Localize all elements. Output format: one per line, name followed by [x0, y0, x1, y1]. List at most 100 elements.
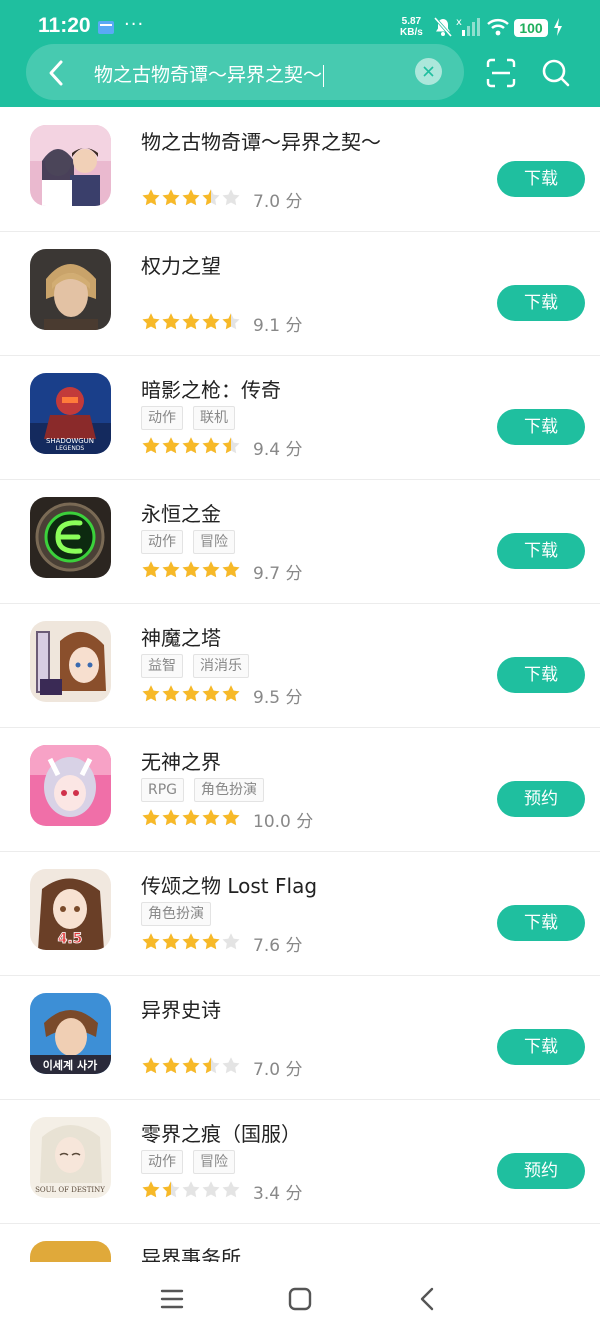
app-name[interactable]: 暗影之枪：传奇 [141, 374, 281, 403]
app-icon[interactable] [30, 745, 111, 826]
app-name[interactable]: 神魔之塔 [141, 622, 221, 651]
tag-list: 益智 消消乐 [141, 654, 259, 678]
back-arrow-icon[interactable] [40, 56, 74, 90]
app-icon[interactable]: SHADOWGUN LEGENDS [30, 373, 111, 454]
svg-text:SOUL OF DESTINY: SOUL OF DESTINY [35, 1186, 105, 1194]
list-item[interactable]: 神魔之塔 益智 消消乐 9.5 分 下载 [0, 603, 600, 728]
app-name[interactable]: 传颂之物 Lost Flag [141, 870, 317, 899]
download-button[interactable]: 下载 [497, 905, 585, 941]
list-item[interactable]: 4.5 传颂之物 Lost Flag 角色扮演 7.6 分 下载 [0, 851, 600, 976]
star-icon [202, 1057, 220, 1074]
download-button[interactable]: 下载 [497, 161, 585, 197]
app-name[interactable]: 异界史诗 [141, 994, 221, 1023]
app-icon[interactable] [30, 497, 111, 578]
reserve-button[interactable]: 预约 [497, 1153, 585, 1189]
app-icon[interactable] [30, 249, 111, 330]
star-icon [202, 685, 220, 702]
download-button[interactable]: 下载 [497, 1029, 585, 1065]
app-name[interactable]: 异界事务所 [141, 1242, 241, 1262]
back-icon[interactable] [413, 1284, 443, 1314]
star-icon [162, 189, 180, 206]
star-icon [182, 809, 200, 826]
list-item[interactable]: SHADOWGUN LEGENDS 暗影之枪：传奇 动作 联机 9.4 分 下载 [0, 355, 600, 480]
tag-list: 角色扮演 [141, 902, 221, 926]
app-name[interactable]: 无神之界 [141, 746, 221, 775]
wifi-icon [487, 19, 509, 36]
star-rating [142, 1057, 240, 1074]
reserve-button[interactable]: 预约 [497, 781, 585, 817]
star-rating [142, 189, 240, 206]
app-icon[interactable]: 이세계 사가 [30, 993, 111, 1074]
list-item[interactable]: 永恒之金 动作 冒险 9.7 分 下载 [0, 479, 600, 604]
app-icon[interactable] [30, 621, 111, 702]
list-item[interactable]: 异界事务所 [0, 1223, 600, 1262]
app-icon[interactable] [30, 1241, 111, 1262]
search-results-list[interactable]: 物之古物奇谭～异界之契～ 7.0 分 下载 权力之望 9.1 分 下载 SHAD… [0, 107, 600, 1262]
star-rating [142, 933, 240, 950]
star-rating [142, 561, 240, 578]
network-speed-unit: KB/s [400, 27, 423, 38]
star-icon [142, 189, 160, 206]
text-cursor [323, 64, 325, 87]
star-icon [142, 561, 160, 578]
tag: 动作 [141, 1150, 183, 1174]
star-rating [142, 685, 240, 702]
svg-text:LEGENDS: LEGENDS [56, 445, 85, 452]
star-rating [142, 313, 240, 330]
download-button[interactable]: 下载 [497, 533, 585, 569]
charging-icon [554, 18, 562, 36]
list-item[interactable]: 物之古物奇谭～异界之契～ 7.0 分 下载 [0, 107, 600, 232]
app-icon[interactable]: 4.5 [30, 869, 111, 950]
star-icon [202, 561, 220, 578]
star-icon [162, 313, 180, 330]
close-icon [423, 66, 434, 77]
star-icon [162, 1181, 180, 1198]
download-button[interactable]: 下载 [497, 657, 585, 693]
list-item[interactable]: 无神之界 RPG 角色扮演 10.0 分 预约 [0, 727, 600, 852]
star-icon [182, 1181, 200, 1198]
star-icon [182, 933, 200, 950]
star-icon [162, 437, 180, 454]
search-input[interactable]: 物之古物奇谭～异界之契～ [94, 60, 325, 87]
star-icon [182, 685, 200, 702]
star-icon [222, 189, 240, 206]
star-rating [142, 1181, 240, 1198]
tag: 冒险 [193, 1150, 235, 1174]
star-icon [222, 313, 240, 330]
signal-icon: x [456, 17, 480, 36]
mute-icon [433, 17, 453, 37]
scan-icon[interactable] [486, 58, 516, 88]
star-icon [142, 933, 160, 950]
status-bar: 11:20 ··· 5.87 KB/s x 100 [0, 0, 600, 48]
svg-text:x: x [456, 17, 462, 28]
menu-icon[interactable] [157, 1284, 187, 1314]
star-icon [222, 933, 240, 950]
list-item[interactable]: 权力之望 9.1 分 下载 [0, 231, 600, 356]
app-name[interactable]: 永恒之金 [141, 498, 221, 527]
tag: 联机 [193, 406, 235, 430]
star-icon [202, 933, 220, 950]
star-icon [182, 313, 200, 330]
app-name[interactable]: 权力之望 [141, 250, 221, 279]
star-icon [142, 1057, 160, 1074]
star-icon [182, 1057, 200, 1074]
download-button[interactable]: 下载 [497, 409, 585, 445]
clear-search-button[interactable] [415, 58, 442, 85]
list-item[interactable]: 이세계 사가 异界史诗 7.0 分 下载 [0, 975, 600, 1100]
more-notifications-icon: ··· [124, 14, 145, 35]
list-item[interactable]: SOUL OF DESTINY 零界之痕（国服） 动作 冒险 3.4 分 预约 [0, 1099, 600, 1224]
svg-text:4.5: 4.5 [58, 931, 83, 947]
score-text: 9.7 分 [253, 564, 303, 584]
app-name[interactable]: 物之古物奇谭～异界之契～ [141, 126, 381, 155]
app-icon[interactable] [30, 125, 111, 206]
tag-list: 动作 冒险 [141, 1150, 245, 1174]
home-icon[interactable] [285, 1284, 315, 1314]
app-icon[interactable]: SOUL OF DESTINY [30, 1117, 111, 1198]
notification-icon [98, 21, 114, 34]
app-name[interactable]: 零界之痕（国服） [141, 1118, 301, 1147]
star-icon [142, 685, 160, 702]
star-icon [222, 437, 240, 454]
search-icon[interactable] [541, 58, 571, 88]
star-icon [222, 1181, 240, 1198]
download-button[interactable]: 下载 [497, 285, 585, 321]
